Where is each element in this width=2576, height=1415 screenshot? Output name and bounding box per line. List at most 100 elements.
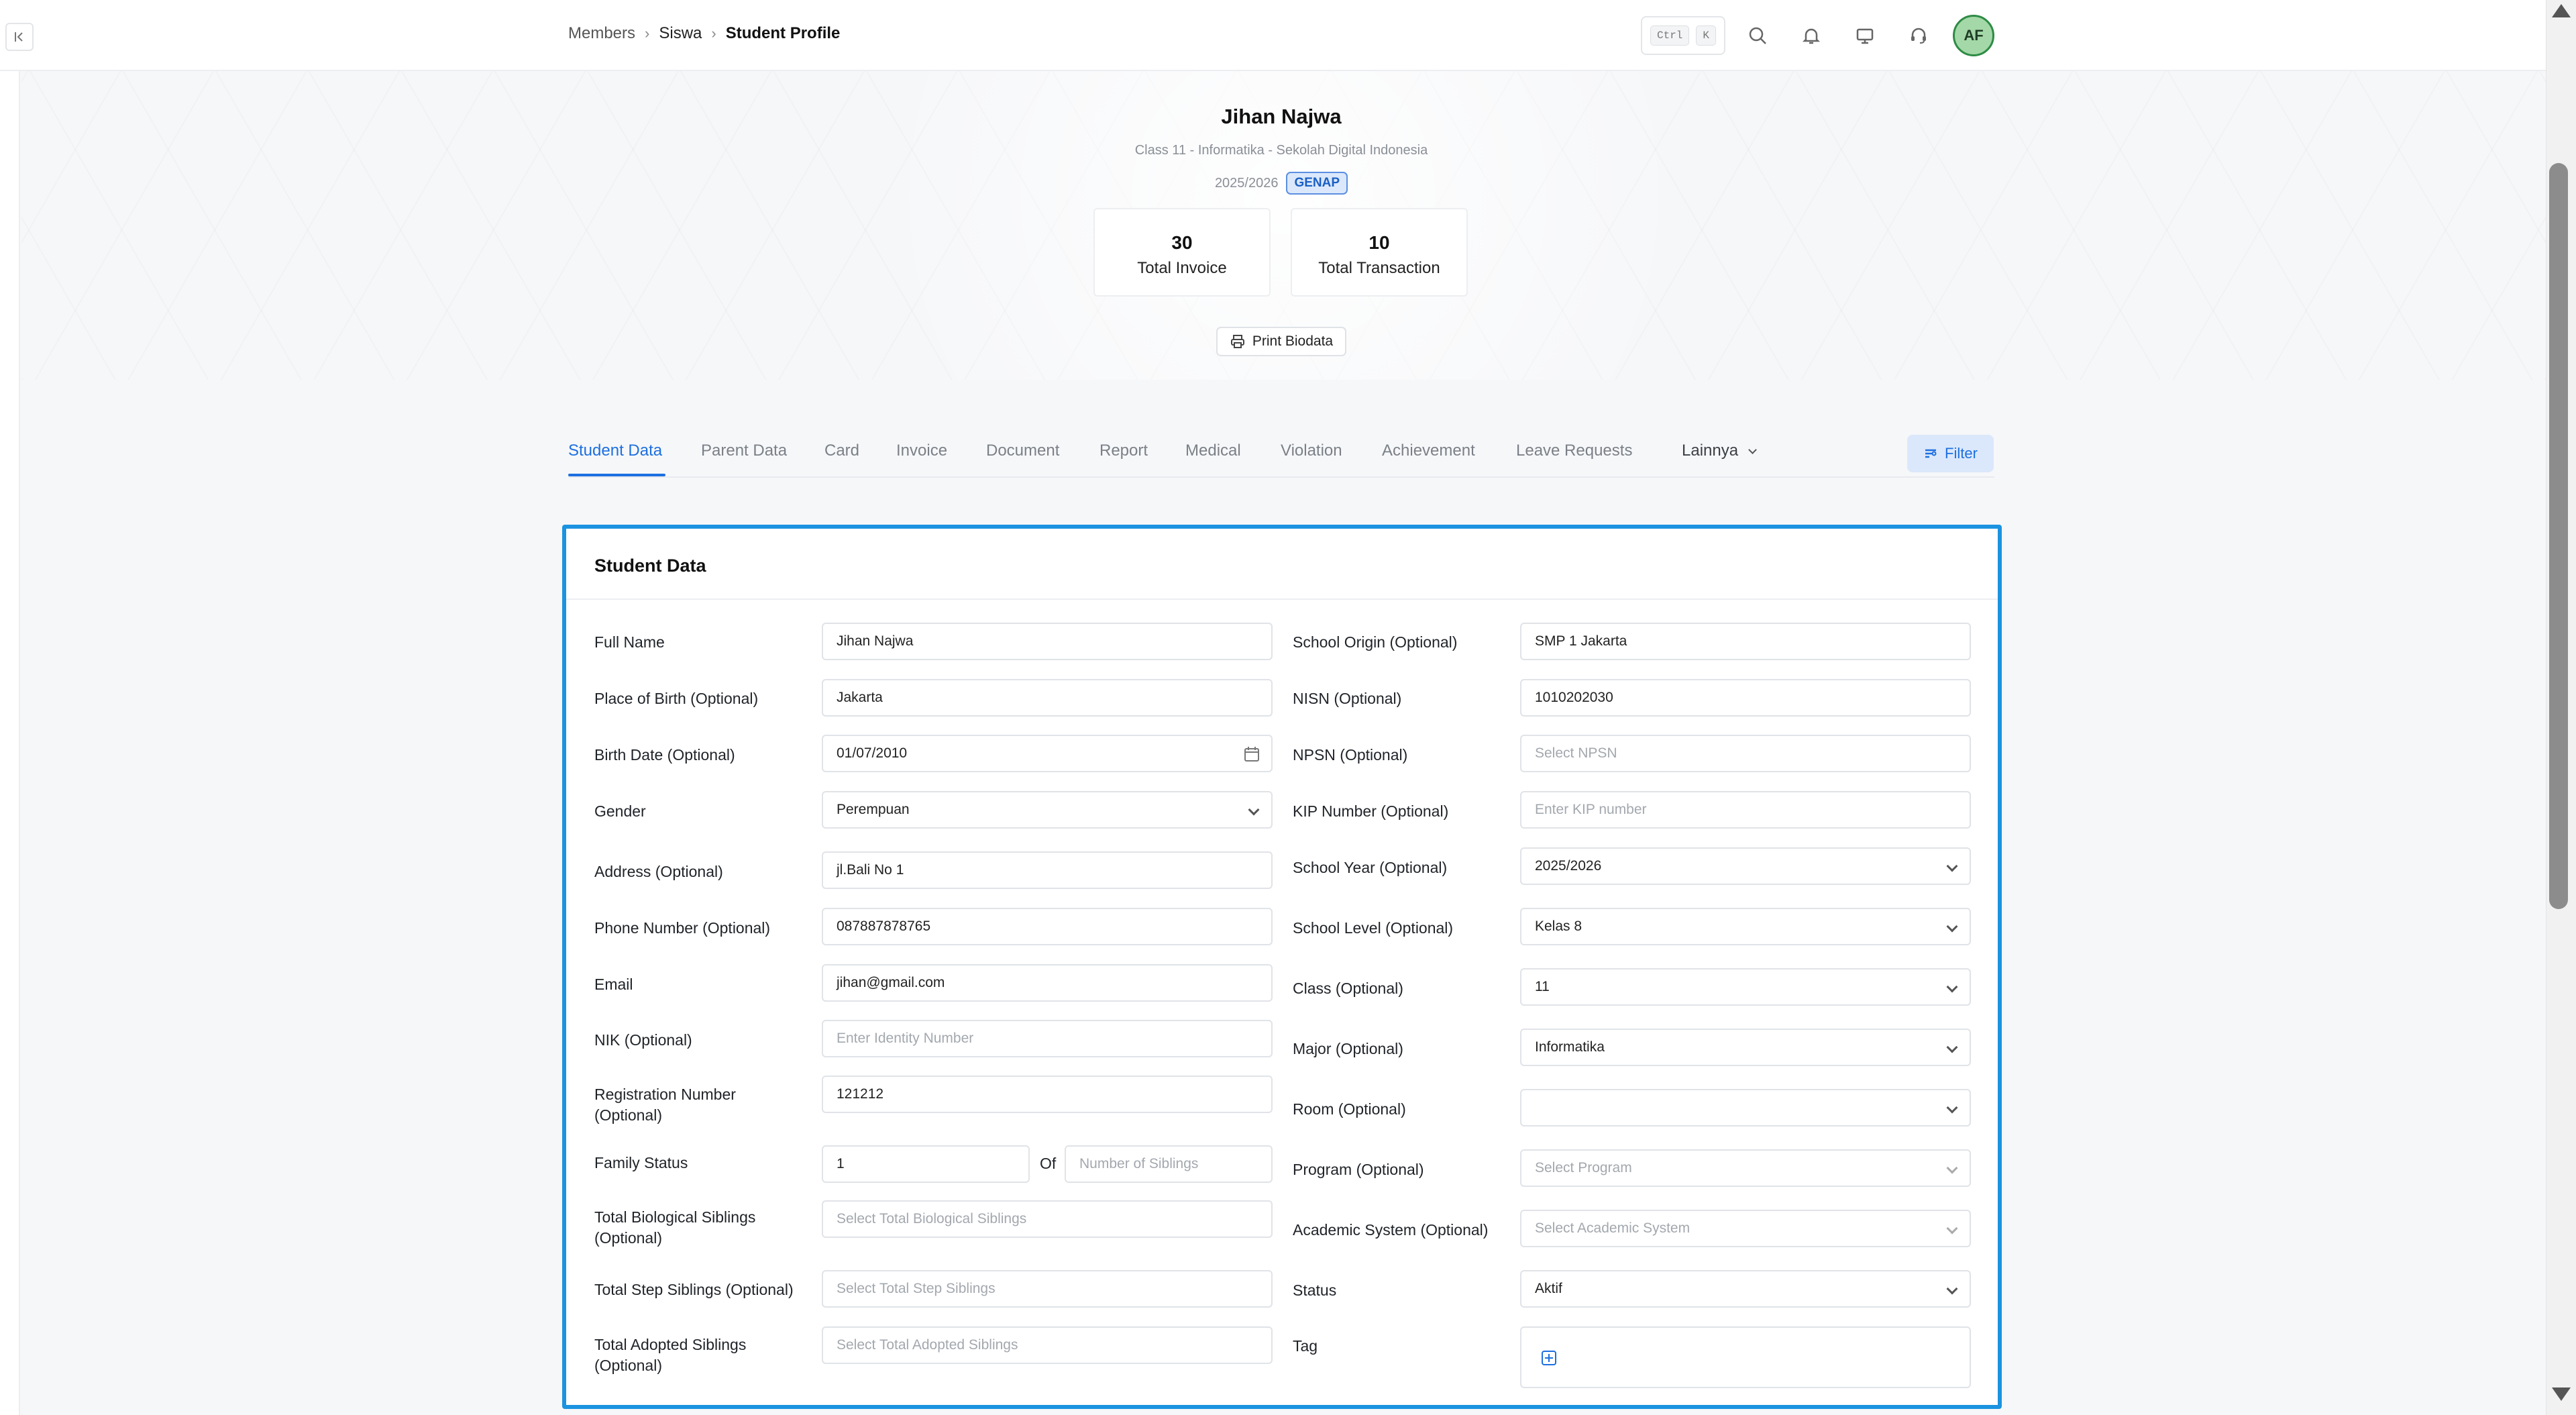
class-select[interactable]: 11 (1520, 968, 1971, 1006)
nik-input[interactable]: Enter Identity Number (822, 1020, 1273, 1057)
profile-name: Jihan Najwa (1221, 105, 1342, 128)
calendar-icon[interactable] (1243, 745, 1260, 763)
school-year-select[interactable]: 2025/2026 (1520, 847, 1971, 885)
birth-date-label: Birth Date (Optional) (594, 746, 735, 764)
breadcrumb-siswa[interactable]: Siswa (659, 24, 702, 43)
print-biodata-button[interactable]: Print Biodata (1216, 327, 1346, 356)
card-title: Student Data (594, 556, 706, 576)
major-select[interactable]: Informatika (1520, 1029, 1971, 1066)
place-of-birth-input[interactable]: Jakarta (822, 679, 1273, 717)
school-origin-input[interactable]: SMP 1 Jakarta (1520, 623, 1971, 660)
chevron-right-icon: › (645, 25, 650, 42)
semester-badge: GENAP (1286, 172, 1348, 195)
bio-siblings-select[interactable]: Select Total Biological Siblings (822, 1200, 1273, 1238)
full-name-input[interactable]: Jihan Najwa (822, 623, 1273, 660)
chevron-down-icon (1946, 1041, 1958, 1053)
tab-report[interactable]: Report (1099, 441, 1148, 460)
tab-achievement[interactable]: Achievement (1382, 441, 1475, 460)
registration-label: Registration Number (Optional) (594, 1084, 736, 1126)
status-select[interactable]: Aktif (1520, 1270, 1971, 1308)
profile-subtitle: Class 11 - Informatika - Sekolah Digital… (1134, 143, 1428, 158)
bio-siblings-label: Total Biological Siblings (Optional) (594, 1207, 755, 1249)
stat-card-transaction: 10 Total Transaction (1291, 208, 1468, 297)
tab-more-dropdown[interactable]: Lainnya (1682, 441, 1757, 460)
stat-label: Total Invoice (1137, 259, 1227, 277)
chevron-down-icon (1946, 1222, 1958, 1235)
room-select[interactable] (1520, 1089, 1971, 1126)
status-value: Aktif (1535, 1281, 1562, 1296)
printer-icon (1230, 335, 1244, 348)
profile-tabs: Student Data Parent Data Card Invoice Do… (568, 429, 1994, 478)
command-shortcut-button[interactable]: Ctrl K (1641, 16, 1725, 55)
chevron-down-icon (1248, 804, 1260, 816)
chevron-down-icon (1946, 981, 1958, 993)
chevron-down-icon (1946, 921, 1958, 933)
program-placeholder: Select Program (1535, 1160, 1632, 1175)
chevron-down-icon (1946, 860, 1958, 872)
tab-student-data[interactable]: Student Data (568, 441, 662, 460)
support-icon[interactable] (1903, 20, 1934, 51)
class-label: Class (Optional) (1293, 980, 1403, 997)
birth-date-input[interactable]: 01/07/2010 (822, 735, 1273, 772)
tab-violation[interactable]: Violation (1281, 441, 1342, 460)
address-label: Address (Optional) (594, 863, 723, 880)
tag-field[interactable] (1520, 1326, 1971, 1388)
stat-value: 10 (1368, 232, 1390, 253)
family-status-input[interactable]: 1 (822, 1145, 1030, 1183)
program-label: Program (Optional) (1293, 1161, 1424, 1178)
status-label: Status (1293, 1281, 1337, 1299)
adopted-siblings-label-line1: Total Adopted Siblings (594, 1336, 747, 1353)
address-input[interactable]: jl.Bali No 1 (822, 851, 1273, 889)
academic-year: 2025/2026 (1214, 175, 1279, 191)
tab-invoice[interactable]: Invoice (896, 441, 947, 460)
adopted-siblings-label: Total Adopted Siblings (Optional) (594, 1334, 746, 1376)
family-status-label: Family Status (594, 1154, 688, 1171)
school-level-label: School Level (Optional) (1293, 919, 1454, 937)
phone-input[interactable]: 087887878765 (822, 908, 1273, 945)
email-input[interactable]: jihan@gmail.com (822, 964, 1273, 1002)
school-level-select[interactable]: Kelas 8 (1520, 908, 1971, 945)
birth-date-value: 01/07/2010 (837, 745, 908, 761)
print-biodata-label: Print Biodata (1252, 333, 1334, 349)
number-of-siblings-input[interactable]: Number of Siblings (1065, 1145, 1273, 1183)
step-siblings-select[interactable]: Select Total Step Siblings (822, 1270, 1273, 1308)
scroll-up-arrow-icon[interactable] (2552, 4, 2571, 17)
filter-label: Filter (1945, 445, 1978, 462)
nik-label: NIK (Optional) (594, 1031, 692, 1049)
avatar[interactable]: AF (1953, 15, 1994, 56)
tab-card[interactable]: Card (824, 441, 859, 460)
phone-label: Phone Number (Optional) (594, 919, 771, 937)
chevron-down-icon (1946, 1102, 1958, 1114)
email-label: Email (594, 976, 633, 993)
registration-input[interactable]: 121212 (822, 1076, 1273, 1113)
add-tag-icon[interactable] (1542, 1351, 1556, 1365)
program-select[interactable]: Select Program (1520, 1149, 1971, 1187)
breadcrumb-members[interactable]: Members (568, 24, 635, 43)
stat-value: 30 (1171, 232, 1193, 253)
tab-parent-data[interactable]: Parent Data (701, 441, 787, 460)
gender-select[interactable]: Perempuan (822, 791, 1273, 829)
chevron-right-icon: › (711, 25, 716, 42)
scrollbar-thumb[interactable] (2549, 163, 2568, 909)
active-tab-indicator (568, 474, 665, 476)
tab-medical[interactable]: Medical (1185, 441, 1241, 460)
npsn-input[interactable]: Select NPSN (1520, 735, 1971, 772)
chevron-down-icon (1748, 446, 1757, 454)
scroll-down-arrow-icon[interactable] (2552, 1387, 2571, 1401)
breadcrumb-current: Student Profile (725, 24, 841, 42)
academic-system-select[interactable]: Select Academic System (1520, 1210, 1971, 1247)
monitor-icon[interactable] (1849, 20, 1880, 51)
gender-value: Perempuan (837, 802, 910, 817)
kip-input[interactable]: Enter KIP number (1520, 791, 1971, 829)
nisn-input[interactable]: 1010202030 (1520, 679, 1971, 717)
tab-document[interactable]: Document (986, 441, 1059, 460)
filter-button[interactable]: Filter (1907, 435, 1994, 472)
tab-leave-requests[interactable]: Leave Requests (1516, 441, 1632, 460)
collapse-sidebar-icon[interactable] (5, 23, 34, 51)
search-icon[interactable] (1742, 20, 1773, 51)
nisn-label: NISN (Optional) (1293, 690, 1402, 707)
bell-icon[interactable] (1796, 20, 1827, 51)
academic-system-placeholder: Select Academic System (1535, 1220, 1690, 1236)
adopted-siblings-select[interactable]: Select Total Adopted Siblings (822, 1326, 1273, 1364)
kip-label: KIP Number (Optional) (1293, 802, 1449, 820)
